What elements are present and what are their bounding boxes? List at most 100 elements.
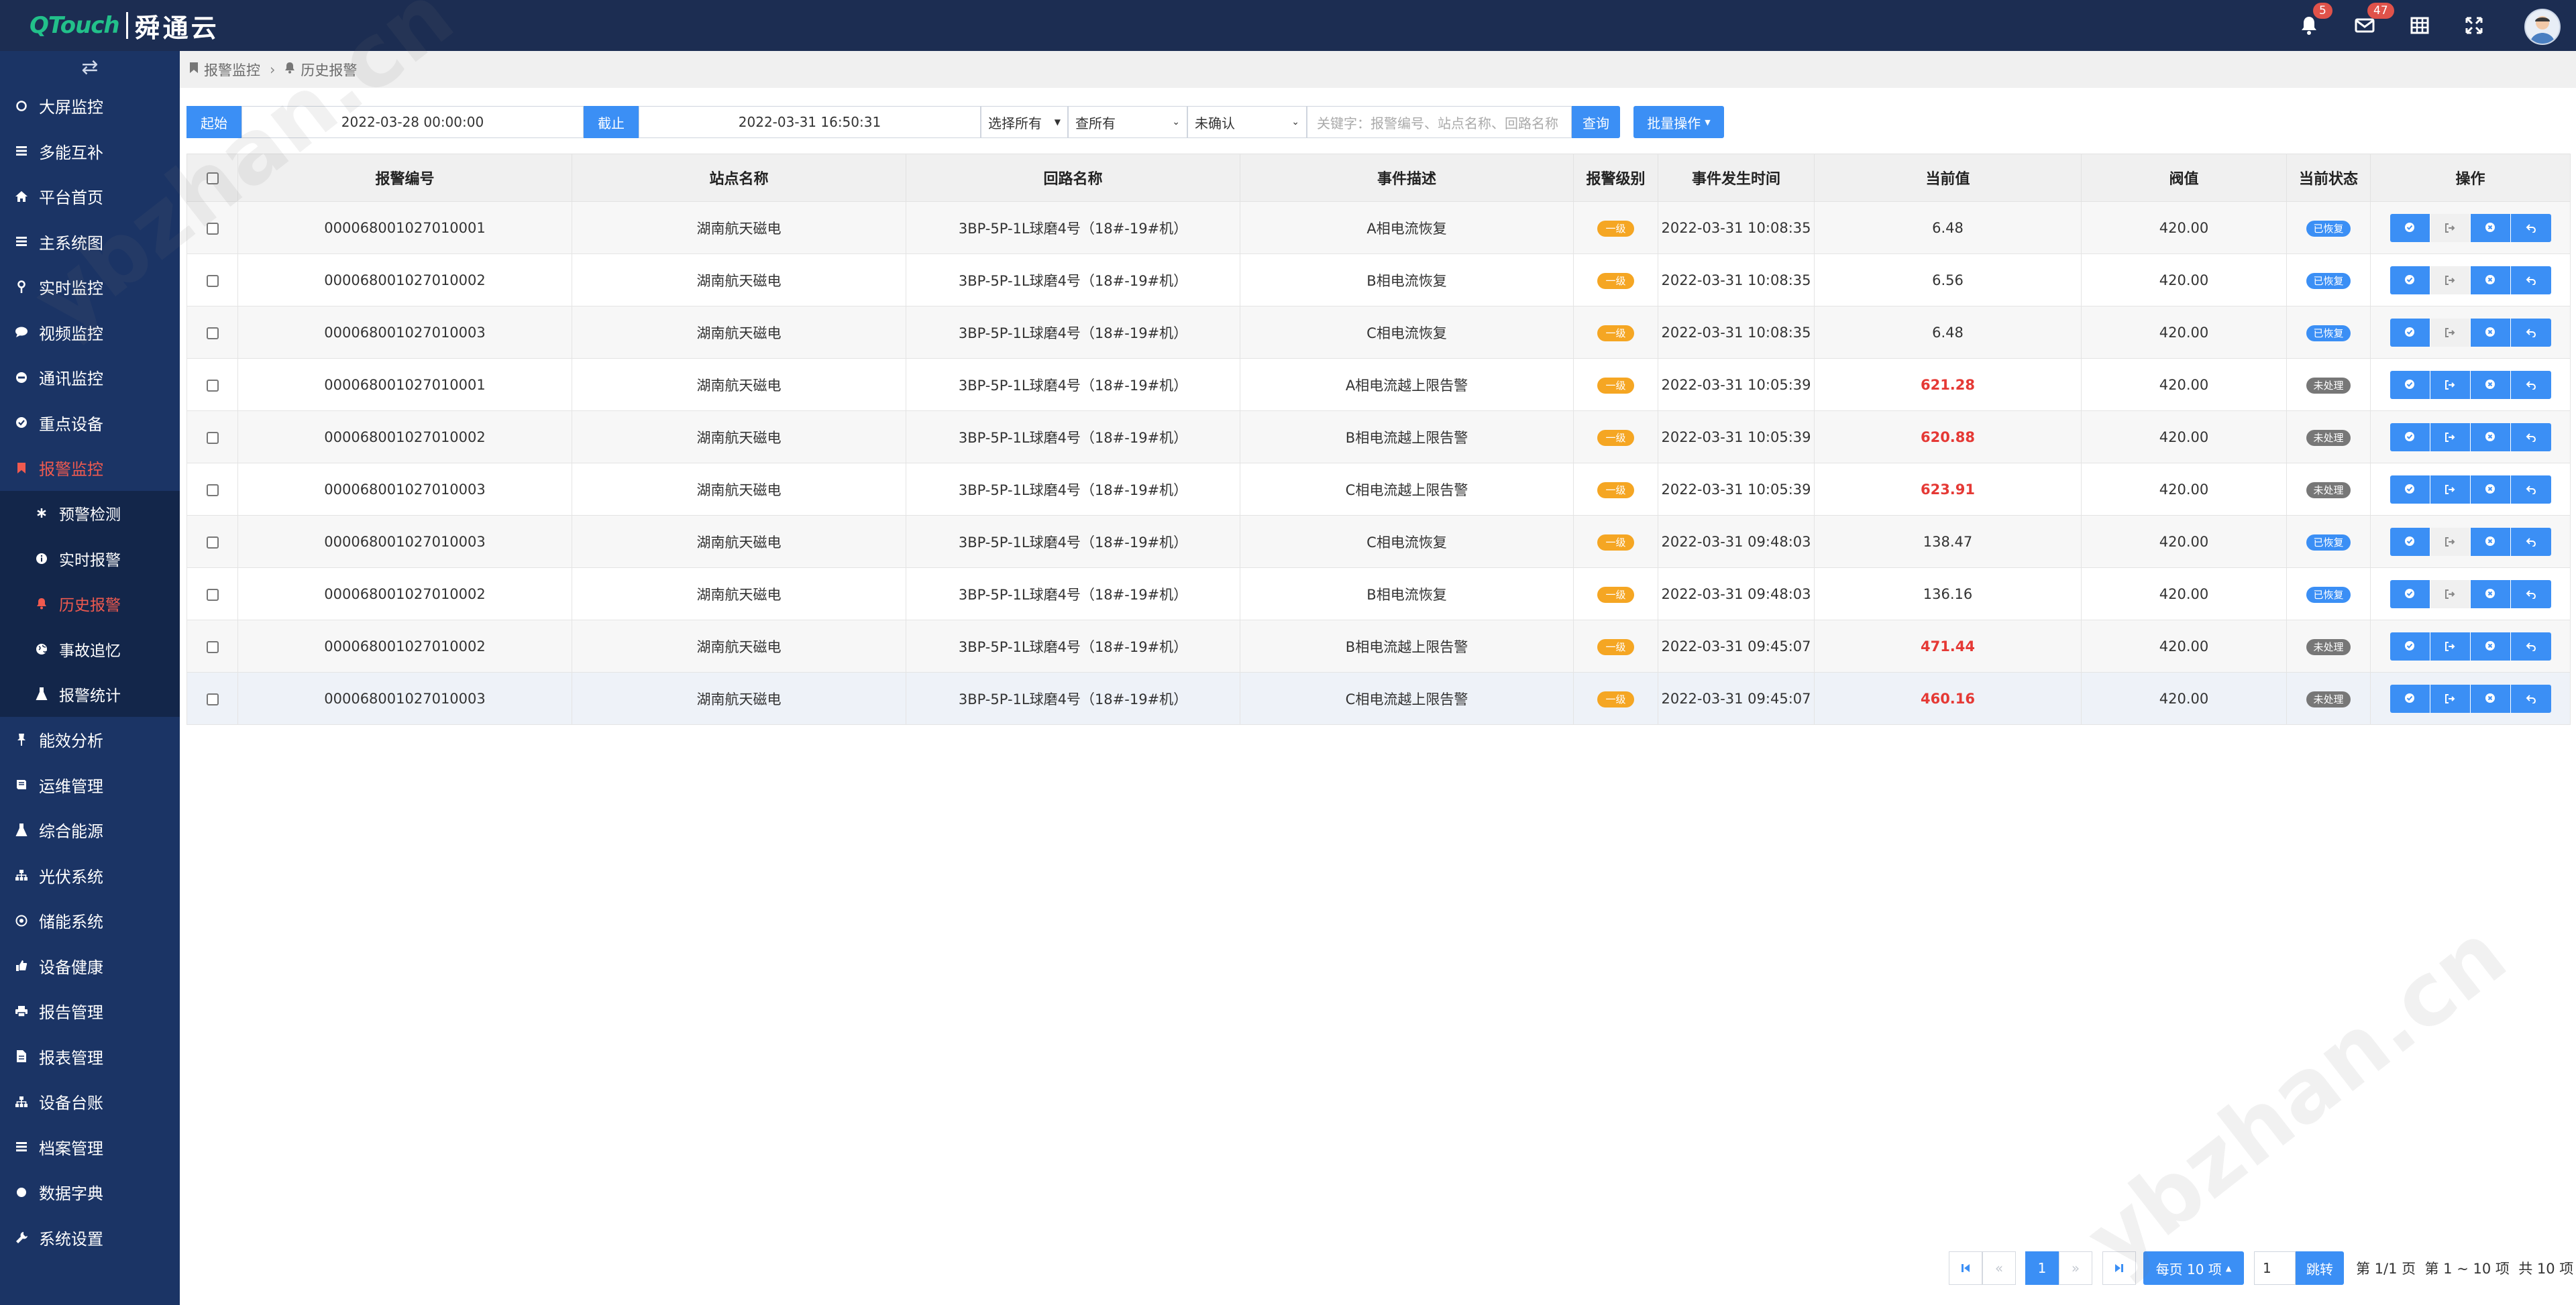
signout-button[interactable] bbox=[2430, 579, 2471, 608]
confirm-button[interactable] bbox=[2390, 475, 2430, 504]
dismiss-button[interactable] bbox=[2470, 527, 2511, 556]
confirm-button[interactable] bbox=[2390, 632, 2430, 661]
checkbox-cell[interactable] bbox=[186, 306, 238, 359]
checkbox-cell[interactable] bbox=[186, 515, 238, 568]
confirm-button[interactable] bbox=[2390, 684, 2430, 713]
goto-page-input[interactable]: 1 bbox=[2254, 1251, 2296, 1285]
row-checkbox[interactable] bbox=[206, 274, 219, 287]
sidebar-item-8[interactable]: 报警监控 bbox=[0, 445, 180, 491]
undo-button[interactable] bbox=[2510, 684, 2551, 713]
signout-button[interactable] bbox=[2430, 266, 2471, 294]
page-size-button[interactable]: 每页 10 项 ▲ bbox=[2143, 1251, 2244, 1285]
sidebar-item-5[interactable]: 视频监控 bbox=[0, 310, 180, 355]
table-row[interactable]: 000068001027010003 湖南航天磁电 3BP-5P-1L球磨4号（18… bbox=[186, 306, 2571, 359]
undo-button[interactable] bbox=[2510, 579, 2551, 608]
next-page-button[interactable]: » bbox=[2059, 1251, 2092, 1285]
signout-button[interactable] bbox=[2430, 213, 2471, 242]
confirm-button[interactable] bbox=[2390, 213, 2430, 242]
sidebar-item-18[interactable]: 档案管理 bbox=[0, 1125, 180, 1170]
table-row[interactable]: 000068001027010001 湖南航天磁电 3BP-5P-1L球磨4号（18… bbox=[186, 201, 2571, 254]
row-checkbox[interactable] bbox=[206, 222, 219, 235]
sidebar-item-10[interactable]: 运维管理 bbox=[0, 762, 180, 808]
sidebar-item-14[interactable]: 设备健康 bbox=[0, 944, 180, 989]
first-page-button[interactable] bbox=[1949, 1251, 1982, 1285]
goto-page-button[interactable]: 跳转 bbox=[2296, 1251, 2344, 1285]
sidebar-item-20[interactable]: 系统设置 bbox=[0, 1215, 180, 1261]
fullscreen-button[interactable] bbox=[2461, 12, 2487, 39]
sidebar-item-11[interactable]: 综合能源 bbox=[0, 807, 180, 853]
confirm-button[interactable] bbox=[2390, 370, 2430, 399]
checkbox-cell[interactable] bbox=[186, 620, 238, 673]
sidebar-item-2[interactable]: 平台首页 bbox=[0, 174, 180, 219]
sidebar-item-1[interactable]: 多能互补 bbox=[0, 129, 180, 174]
signout-button[interactable] bbox=[2430, 632, 2471, 661]
query-scope-select[interactable]: 查所有 ⌄ bbox=[1068, 106, 1187, 138]
row-checkbox[interactable] bbox=[206, 379, 219, 392]
undo-button[interactable] bbox=[2510, 475, 2551, 504]
signout-button[interactable] bbox=[2430, 475, 2471, 504]
checkbox-cell[interactable] bbox=[186, 567, 238, 620]
confirm-button[interactable] bbox=[2390, 579, 2430, 608]
sidebar-item-12[interactable]: 光伏系统 bbox=[0, 853, 180, 899]
dismiss-button[interactable] bbox=[2470, 684, 2511, 713]
row-checkbox[interactable] bbox=[206, 327, 219, 339]
sidebar-item-9[interactable]: 能效分析 bbox=[0, 717, 180, 762]
dismiss-button[interactable] bbox=[2470, 422, 2511, 451]
undo-button[interactable] bbox=[2510, 632, 2551, 661]
undo-button[interactable] bbox=[2510, 266, 2551, 294]
sidebar-subitem-0[interactable]: 预警检测 bbox=[0, 491, 180, 536]
confirm-button[interactable] bbox=[2390, 266, 2430, 294]
checkbox-cell[interactable] bbox=[186, 253, 238, 306]
signout-button[interactable] bbox=[2430, 370, 2471, 399]
breadcrumb-parent[interactable]: 报警监控 bbox=[204, 60, 260, 80]
confirm-button[interactable] bbox=[2390, 318, 2430, 347]
row-checkbox[interactable] bbox=[206, 693, 219, 705]
table-view-button[interactable] bbox=[2406, 12, 2433, 39]
checkbox-cell[interactable] bbox=[186, 358, 238, 411]
sidebar-item-6[interactable]: 通讯监控 bbox=[0, 355, 180, 400]
table-row[interactable]: 000068001027010003 湖南航天磁电 3BP-5P-1L球磨4号（18… bbox=[186, 463, 2571, 516]
signout-button[interactable] bbox=[2430, 422, 2471, 451]
dismiss-button[interactable] bbox=[2470, 318, 2511, 347]
dismiss-button[interactable] bbox=[2470, 213, 2511, 242]
sidebar-item-3[interactable]: 主系统图 bbox=[0, 219, 180, 265]
sidebar-item-7[interactable]: 重点设备 bbox=[0, 400, 180, 446]
table-row[interactable]: 000068001027010002 湖南航天磁电 3BP-5P-1L球磨4号（18… bbox=[186, 253, 2571, 306]
prev-page-button[interactable]: « bbox=[1982, 1251, 2016, 1285]
sidebar-item-4[interactable]: 实时监控 bbox=[0, 264, 180, 310]
start-date-input[interactable]: 2022-03-28 00:00:00 bbox=[241, 106, 584, 138]
undo-button[interactable] bbox=[2510, 422, 2551, 451]
dismiss-button[interactable] bbox=[2470, 579, 2511, 608]
page-1-button[interactable]: 1 bbox=[2025, 1251, 2059, 1285]
dismiss-button[interactable] bbox=[2470, 266, 2511, 294]
confirm-button[interactable] bbox=[2390, 527, 2430, 556]
sidebar-subitem-2[interactable]: 历史报警 bbox=[0, 581, 180, 627]
signout-button[interactable] bbox=[2430, 684, 2471, 713]
table-row[interactable]: 000068001027010001 湖南航天磁电 3BP-5P-1L球磨4号（18… bbox=[186, 358, 2571, 411]
undo-button[interactable] bbox=[2510, 213, 2551, 242]
user-avatar[interactable] bbox=[2524, 9, 2561, 45]
select-all-dropdown[interactable]: 选择所有 ▼ bbox=[981, 106, 1068, 138]
messages-button[interactable]: 47 bbox=[2351, 3, 2394, 39]
undo-button[interactable] bbox=[2510, 318, 2551, 347]
checkbox-cell[interactable] bbox=[186, 201, 238, 254]
signout-button[interactable] bbox=[2430, 318, 2471, 347]
sidebar-item-15[interactable]: 报告管理 bbox=[0, 988, 180, 1034]
keyword-input[interactable]: 关键字：报警编号、站点名称、回路名称 bbox=[1307, 106, 1572, 138]
row-checkbox[interactable] bbox=[206, 536, 219, 549]
confirm-button[interactable] bbox=[2390, 422, 2430, 451]
checkbox-cell[interactable] bbox=[186, 463, 238, 516]
dismiss-button[interactable] bbox=[2470, 370, 2511, 399]
sidebar-subitem-1[interactable]: 实时报警 bbox=[0, 536, 180, 581]
sidebar-item-13[interactable]: 储能系统 bbox=[0, 898, 180, 944]
row-checkbox[interactable] bbox=[206, 640, 219, 653]
undo-button[interactable] bbox=[2510, 370, 2551, 399]
dismiss-button[interactable] bbox=[2470, 475, 2511, 504]
sidebar-subitem-4[interactable]: 报警统计 bbox=[0, 672, 180, 718]
sidebar-item-0[interactable]: 大屏监控 bbox=[0, 83, 180, 129]
end-date-input[interactable]: 2022-03-31 16:50:31 bbox=[639, 106, 981, 138]
checkbox-cell[interactable] bbox=[186, 672, 238, 725]
table-row[interactable]: 000068001027010002 湖南航天磁电 3BP-5P-1L球磨4号（18… bbox=[186, 410, 2571, 463]
table-row[interactable]: 000068001027010002 湖南航天磁电 3BP-5P-1L球磨4号（18… bbox=[186, 620, 2571, 673]
dismiss-button[interactable] bbox=[2470, 632, 2511, 661]
